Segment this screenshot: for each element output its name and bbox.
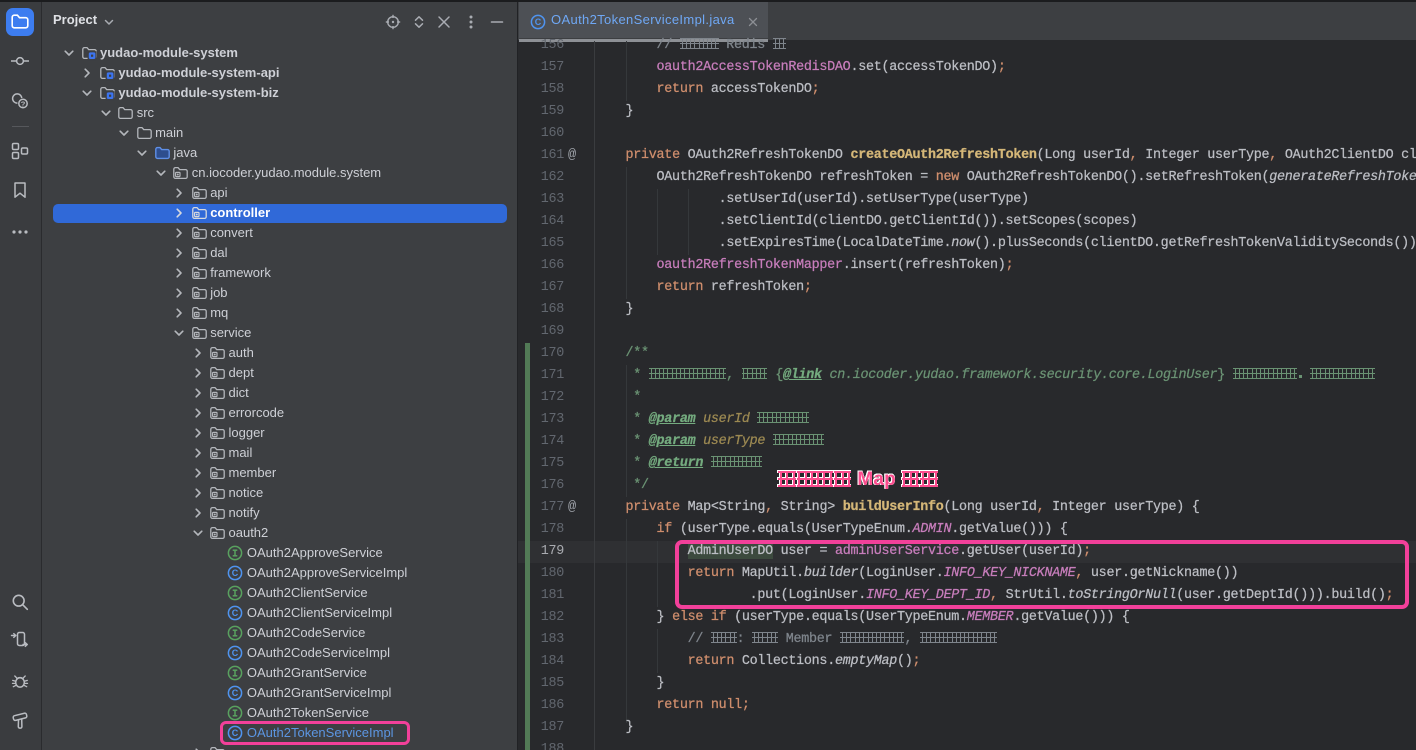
svg-text:C: C <box>232 648 239 658</box>
svg-text:C: C <box>535 17 542 27</box>
svg-text:C: C <box>232 608 239 618</box>
svg-text:C: C <box>232 688 239 698</box>
svg-text:C: C <box>232 568 239 578</box>
